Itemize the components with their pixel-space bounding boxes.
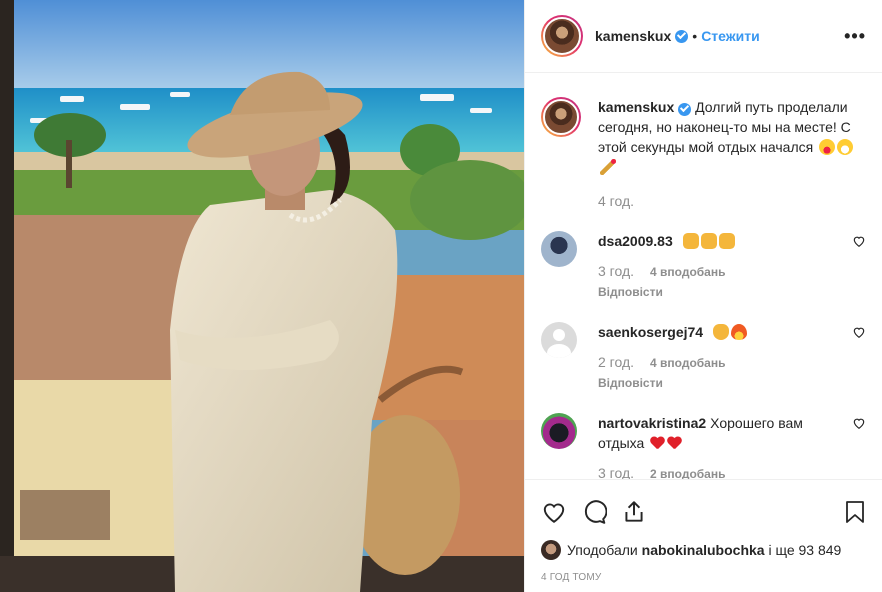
caption-username[interactable]: kamenskux (598, 99, 674, 115)
clap-emoji-icon (712, 324, 729, 340)
comment-time[interactable]: 2 год. (598, 352, 634, 372)
like-heart-icon[interactable] (541, 499, 567, 525)
thumbs-up-emoji-icon (718, 233, 735, 249)
commenter-username[interactable]: dsa2009.83 (598, 233, 673, 249)
caption-time[interactable]: 4 год. (598, 191, 866, 211)
more-options-icon[interactable]: ••• (844, 26, 866, 47)
caption-avatar[interactable] (541, 97, 581, 137)
commenter-username[interactable]: nartovakristina2 (598, 415, 706, 431)
red-heart-emoji-icon (667, 437, 682, 451)
comment-time[interactable]: 3 год. (598, 261, 634, 281)
verified-badge-icon (678, 102, 692, 116)
red-heart-emoji-icon (650, 437, 665, 451)
party-popper-emoji-icon (600, 159, 616, 175)
liker-username[interactable]: nabokinalubochka (642, 542, 765, 558)
author-username[interactable]: kamenskux (595, 28, 671, 44)
fire-emoji-icon (730, 324, 747, 340)
comments-list[interactable]: kamenskux Долгий путь проделали сегодня,… (525, 73, 882, 479)
reply-button[interactable]: Відповісти (598, 282, 844, 302)
follow-button[interactable]: Стежити (701, 28, 760, 44)
share-upload-icon[interactable] (621, 499, 647, 525)
post-caption: kamenskux Долгий путь проделали сегодня,… (541, 73, 866, 211)
post-sidebar: kamenskux • Стежити ••• kamenskux Долгий… (524, 0, 882, 592)
separator-dot: • (692, 28, 698, 44)
comment-likes[interactable]: 2 вподобань (650, 464, 725, 479)
comment-time[interactable]: 3 год. (598, 463, 634, 479)
liker-avatar[interactable] (541, 540, 561, 560)
save-bookmark-icon[interactable] (843, 499, 867, 525)
comment-item: nartovakristina2 Хорошего вам отдыха 3 го… (541, 413, 866, 479)
verified-badge-icon (675, 29, 689, 43)
post-image (0, 0, 524, 592)
comment-item: saenkosergej74 2 год. 4 вподобань Відпов… (541, 322, 866, 393)
post-photo[interactable] (0, 0, 524, 592)
post-header: kamenskux • Стежити ••• (525, 0, 882, 73)
reply-button[interactable]: Відповісти (598, 373, 844, 393)
author-avatar[interactable] (541, 15, 583, 57)
thumbs-up-emoji-icon (700, 233, 717, 249)
likes-prefix: Уподобали (567, 542, 638, 558)
comment-item: dsa2009.83 3 год. 4 вподобань Відповісти (541, 231, 866, 302)
thumbs-up-emoji-icon (682, 233, 699, 249)
like-comment-icon[interactable] (852, 416, 866, 430)
commenter-avatar[interactable] (541, 322, 577, 358)
post-actions: Уподобали nabokinalubochka і ще 93 849 4… (525, 479, 882, 583)
likes-summary: Уподобали nabokinalubochka і ще 93 849 (541, 540, 867, 560)
like-comment-icon[interactable] (852, 325, 866, 339)
comment-likes[interactable]: 4 вподобань (650, 353, 725, 373)
likes-count[interactable]: і ще 93 849 (768, 542, 841, 558)
comment-likes[interactable]: 4 вподобань (650, 262, 725, 282)
commenter-avatar[interactable] (541, 231, 577, 267)
yum-emoji-icon (819, 139, 836, 155)
post-timestamp[interactable]: 4 ГОД ТОМУ (541, 572, 867, 583)
grin-emoji-icon (837, 139, 854, 155)
commenter-username[interactable]: saenkosergej74 (598, 324, 703, 340)
like-comment-icon[interactable] (852, 234, 866, 248)
comment-bubble-icon[interactable] (581, 499, 607, 525)
commenter-avatar[interactable] (541, 413, 577, 449)
